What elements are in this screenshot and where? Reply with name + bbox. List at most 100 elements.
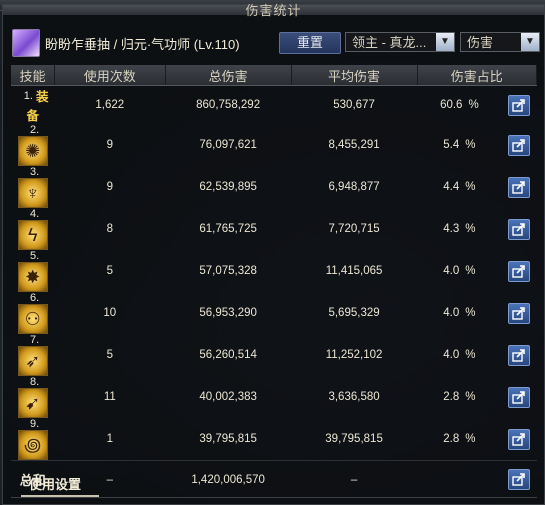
share-icon[interactable] (508, 134, 531, 156)
percent-sign: % (468, 99, 479, 111)
avg-damage: 11,252,102 (325, 349, 383, 361)
percent-sign: % (465, 265, 476, 277)
panel-header: 盼盼乍垂抽 / 归元·气功师 (Lv.110) 重置 领主 - 真龙... ▼ … (3, 27, 544, 61)
share-icon[interactable] (508, 302, 531, 324)
share-icon[interactable] (508, 386, 531, 408)
character-name: 盼盼乍垂抽 / 归元·气功师 (Lv.110) (45, 37, 240, 52)
total-damage: 56,260,514 (199, 349, 257, 361)
total-damage: 56,953,290 (199, 307, 257, 319)
row-index: 8. (30, 376, 40, 388)
row-index: 3. (30, 166, 40, 178)
use-count: 1,622 (95, 99, 125, 111)
share-icon[interactable] (508, 176, 531, 198)
total-damage: 860,758,292 (196, 99, 261, 111)
avg-damage: 5,695,329 (328, 307, 380, 319)
use-count: 11 (103, 391, 116, 403)
skill-spiral-icon[interactable]: ꩜ (17, 430, 48, 460)
damage-share: 4.0 (443, 349, 460, 361)
total-damage: 39,795,815 (199, 433, 257, 445)
row-index: 2. (30, 124, 40, 136)
column-header-total[interactable]: 总伤害 (165, 65, 292, 86)
type-select[interactable]: 伤害 ▼ (460, 32, 540, 52)
share-icon[interactable] (508, 344, 531, 366)
damage-share: 2.8 (443, 433, 460, 445)
avg-damage: 7,720,715 (328, 223, 380, 235)
use-count: 5 (106, 349, 113, 361)
damage-share: 4.4 (443, 181, 460, 193)
avg-damage: 3,636,580 (328, 391, 380, 403)
use-count: 5 (106, 265, 113, 277)
damage-share: 5.4 (443, 139, 460, 151)
percent-sign: % (465, 181, 476, 193)
panel-title: 伤害统计 (245, 3, 302, 18)
share-icon[interactable] (508, 260, 531, 282)
damage-share: 2.8 (443, 391, 460, 403)
use-count: 9 (106, 181, 113, 193)
footer-divider (11, 497, 537, 498)
total-avg: – (291, 460, 418, 498)
percent-sign: % (465, 433, 476, 445)
table-row: 6. ⚇ 10 56,953,290 5,695,329 4.0% (11, 292, 537, 334)
percent-sign: % (465, 391, 476, 403)
skill-aura-figure-icon[interactable]: ♆ (17, 178, 48, 208)
avg-damage: 6,948,877 (328, 181, 380, 193)
row-index: 4. (30, 208, 40, 220)
percent-sign: % (465, 349, 476, 361)
skill-damage-table: 技能 使用次数 总伤害 平均伤害 伤害占比 1. 装备 1,622 860,758… (11, 65, 538, 498)
skill-clones-icon[interactable]: ⚇ (17, 304, 48, 334)
tab-usage-settings[interactable]: 使用设置 (21, 473, 99, 497)
table-row: 9. ꩜ 1 39,795,815 39,795,815 2.8% (11, 418, 537, 461)
skill-lightning-hand-icon[interactable]: ϟ (17, 220, 48, 250)
mode-select[interactable]: 领主 - 真龙... ▼ (345, 32, 455, 52)
damage-share: 60.6 (440, 99, 463, 111)
mode-select-value: 领主 - 真龙... (352, 35, 427, 50)
row-index: 9. (30, 418, 40, 430)
share-icon[interactable] (508, 218, 531, 240)
percent-sign: % (465, 307, 476, 319)
table-row: 2. ✺ 9 76,097,621 8,455,291 5.4% (11, 124, 537, 166)
share-icon[interactable] (508, 469, 531, 490)
share-icon[interactable] (508, 94, 531, 116)
character-portrait-icon (12, 29, 40, 57)
table-row: 4. ϟ 8 61,765,725 7,720,715 4.3% (11, 208, 537, 250)
table-row: 7. ➶ 5 56,260,514 11,252,102 4.0% (11, 334, 537, 376)
column-header-share[interactable]: 伤害占比 (417, 65, 538, 86)
total-damage: 76,097,621 (199, 139, 257, 151)
skill-burst-icon[interactable]: ✸ (17, 262, 48, 292)
chevron-down-icon[interactable]: ▼ (436, 33, 454, 51)
damage-share: 4.3 (443, 223, 460, 235)
use-count: 9 (106, 139, 113, 151)
type-select-value: 伤害 (467, 35, 494, 50)
total-damage: 62,539,895 (199, 181, 257, 193)
skill-dash-icon[interactable]: ➹ (17, 388, 48, 418)
table-row: 3. ♆ 9 62,539,895 6,948,877 4.4% (11, 166, 537, 208)
damage-stats-panel: 伤害统计 盼盼乍垂抽 / 归元·气功师 (Lv.110) 重置 领主 - 真龙.… (2, 3, 545, 505)
panel-title-bar[interactable]: 伤害统计 (3, 3, 544, 18)
column-header-avg[interactable]: 平均伤害 (291, 65, 418, 86)
row-index: 7. (30, 334, 40, 346)
column-header-count[interactable]: 使用次数 (54, 65, 166, 86)
skill-roar-icon[interactable]: ✺ (17, 136, 48, 166)
percent-sign: % (465, 139, 476, 151)
damage-share: 4.0 (443, 307, 460, 319)
avg-damage: 39,795,815 (325, 433, 383, 445)
share-icon[interactable] (508, 428, 531, 450)
avg-damage: 530,677 (333, 99, 375, 111)
chevron-down-icon[interactable]: ▼ (521, 33, 539, 51)
table-header-row: 技能 使用次数 总伤害 平均伤害 伤害占比 (11, 65, 538, 86)
table-row: 5. ✸ 5 57,075,328 11,415,065 4.0% (11, 250, 537, 292)
table-row: 1. 装备 1,622 860,758,292 530,677 60.6% (11, 86, 537, 125)
column-header-skill[interactable]: 技能 (11, 65, 55, 86)
table-row: 8. ➹ 11 40,002,383 3,636,580 2.8% (11, 376, 537, 418)
row-index: 5. (30, 250, 40, 262)
use-count: 8 (106, 223, 113, 235)
row-index: 1. (23, 89, 33, 102)
total-damage-sum: 1,420,006,570 (165, 460, 292, 498)
avg-damage: 8,455,291 (328, 139, 380, 151)
percent-sign: % (465, 223, 476, 235)
total-damage: 57,075,328 (199, 265, 257, 277)
skill-beam-icon[interactable]: ➶ (17, 346, 48, 376)
total-damage: 61,765,725 (199, 223, 257, 235)
use-count: 1 (106, 433, 113, 445)
reset-button[interactable]: 重置 (279, 32, 341, 54)
